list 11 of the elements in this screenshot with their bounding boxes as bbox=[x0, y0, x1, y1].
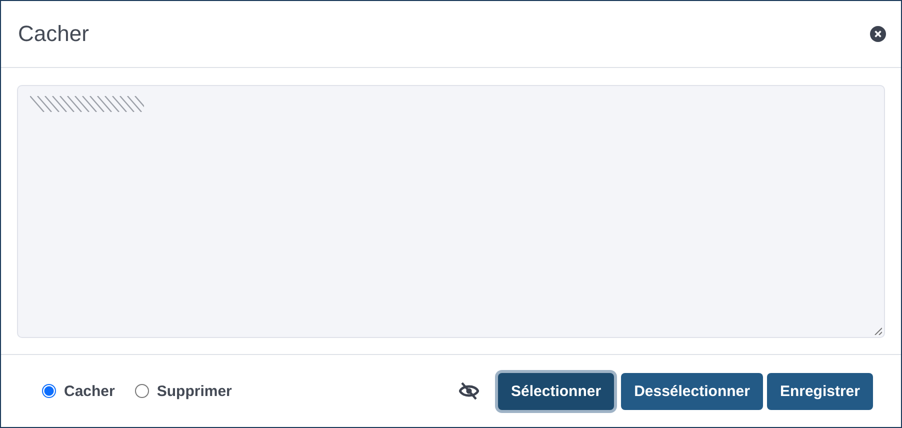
action-button[interactable]: Dessélectionner bbox=[621, 372, 763, 410]
radio-option[interactable]: Cacher bbox=[42, 382, 115, 400]
radio-button[interactable] bbox=[42, 384, 56, 398]
eye-slash-icon[interactable] bbox=[459, 382, 480, 400]
resize-grip-icon[interactable] bbox=[874, 327, 882, 335]
radio-button[interactable] bbox=[134, 384, 149, 398]
dialog-title: Cacher bbox=[18, 21, 89, 47]
close-icon[interactable] bbox=[870, 26, 886, 42]
action-button[interactable]: Enregistrer bbox=[766, 372, 873, 410]
action-button[interactable]: Sélectionner bbox=[498, 372, 614, 410]
radio-option[interactable]: Supprimer bbox=[134, 382, 232, 400]
